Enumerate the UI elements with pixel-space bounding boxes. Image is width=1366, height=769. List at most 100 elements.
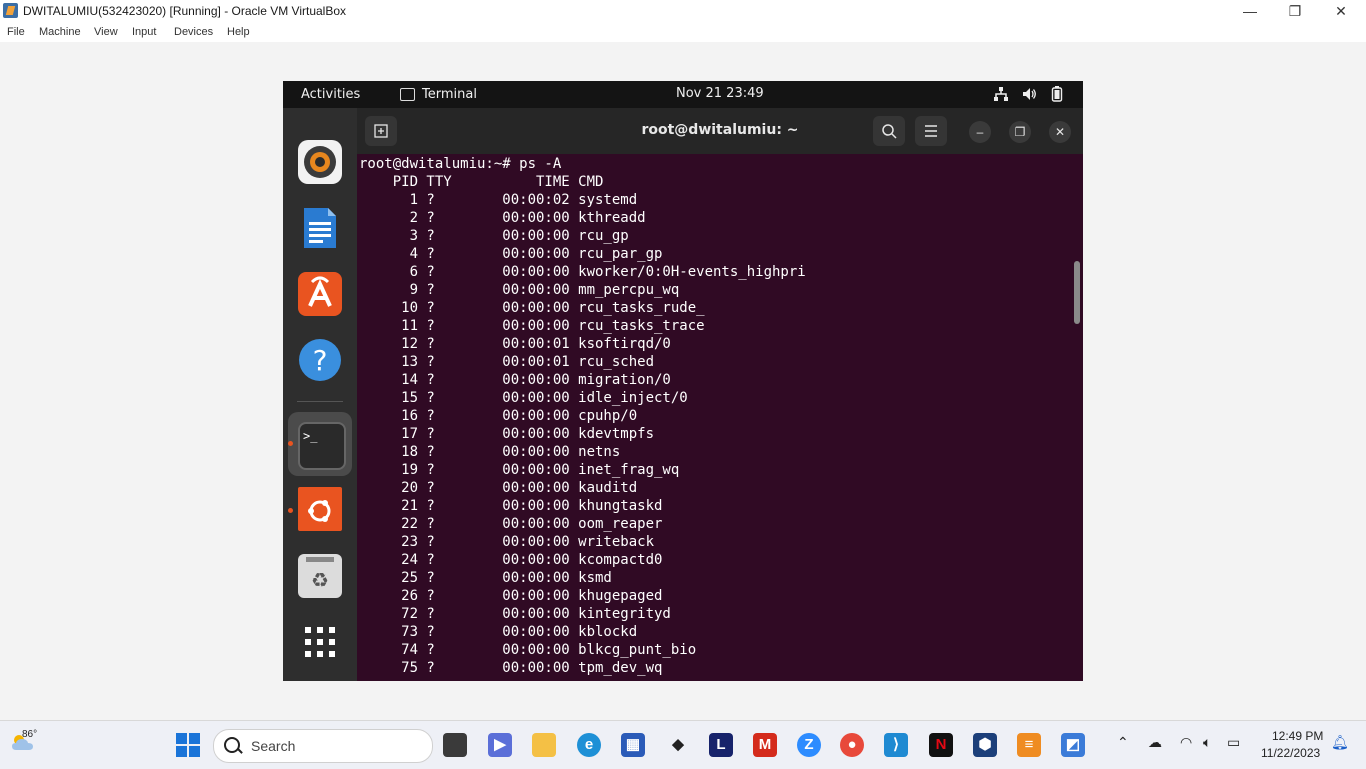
host-titlebar: DWITALUMIU(532423020) [Running] - Oracle… — [0, 0, 1366, 22]
windows-taskbar: 86° Search ▶ e ▦ ◆ L M Z ● ⟩ N ⬢ ≡ ◩ ⌃ ☁… — [0, 720, 1366, 769]
app-grid-icon[interactable] — [298, 620, 342, 664]
ubuntu-icon[interactable] — [298, 487, 342, 531]
running-indicator — [288, 441, 293, 446]
host-menubar: File Machine View Input Devices Help — [0, 22, 1366, 42]
activities-button[interactable]: Activities — [301, 87, 360, 102]
mcafee-icon[interactable]: M — [753, 733, 777, 757]
trash-icon[interactable]: ♻ — [298, 554, 342, 598]
minimize-button[interactable]: — — [1227, 0, 1273, 22]
close-button[interactable]: ✕ — [1318, 0, 1364, 22]
help-icon[interactable]: ? — [298, 338, 342, 382]
libreoffice-writer-icon[interactable] — [298, 206, 342, 250]
search-button[interactable] — [873, 116, 905, 146]
terminal-output-line: 16 ? 00:00:00 cpuhp/0 — [359, 408, 638, 424]
taskbar-time[interactable]: 12:49 PM — [1272, 729, 1323, 743]
menu-view[interactable]: View — [94, 26, 118, 38]
close-icon[interactable]: ✕ — [1049, 121, 1071, 143]
wifi-icon[interactable]: ◠ — [1180, 734, 1192, 751]
terminal-output-line: 73 ? 00:00:00 kblockd — [359, 624, 638, 640]
restore-button[interactable]: ❐ — [1272, 0, 1318, 22]
terminal-output-line: 75 ? 00:00:00 tpm_dev_wq — [359, 660, 663, 676]
svg-text:♻: ♻ — [311, 568, 329, 592]
dock-separator — [297, 401, 343, 402]
terminal-output-line: 20 ? 00:00:00 kauditd — [359, 480, 638, 496]
scrollbar-thumb[interactable] — [1074, 261, 1080, 324]
zoom-icon[interactable]: Z — [797, 733, 821, 757]
battery-tray-icon[interactable]: ▭ — [1227, 734, 1240, 751]
terminal-command-line: root@dwitalumiu:~# ps -A — [359, 156, 562, 172]
clock[interactable]: Nov 21 23:49 — [676, 86, 764, 101]
terminal-output-line: 15 ? 00:00:00 idle_inject/0 — [359, 390, 688, 406]
terminal-output-line: 13 ? 00:00:01 rcu_sched — [359, 354, 655, 370]
taskbar-date[interactable]: 11/22/2023 — [1261, 746, 1320, 760]
window-title: DWITALUMIU(532423020) [Running] - Oracle… — [23, 4, 347, 18]
search-icon — [224, 737, 240, 753]
search-placeholder: Search — [251, 738, 296, 754]
menu-machine[interactable]: Machine — [39, 26, 81, 38]
weather-temperature: 86° — [22, 729, 38, 740]
search-box[interactable]: Search — [213, 729, 433, 763]
terminal-icon[interactable]: >_ — [298, 422, 346, 470]
terminal-output-line: 72 ? 00:00:00 kintegrityd — [359, 606, 671, 622]
terminal-window[interactable]: root@dwitalumiu: ~ – ❐ ✕ root@dwitalumiu… — [357, 108, 1083, 681]
terminal-output-line: 14 ? 00:00:00 migration/0 — [359, 372, 671, 388]
terminal-output-line: 74 ? 00:00:00 blkcg_punt_bio — [359, 642, 697, 658]
store-icon[interactable]: ▦ — [621, 733, 645, 757]
terminal-output-line: 22 ? 00:00:00 oom_reaper — [359, 516, 663, 532]
teams-icon[interactable]: ▶ — [488, 733, 512, 757]
start-button[interactable] — [176, 733, 200, 757]
onedrive-icon[interactable]: ☁ — [1148, 734, 1162, 751]
terminal-output-line: 4 ? 00:00:00 rcu_par_gp — [359, 246, 663, 262]
focused-app-label[interactable]: Terminal — [422, 87, 477, 102]
terminal-output-line: 2 ? 00:00:00 kthreadd — [359, 210, 646, 226]
restore-icon[interactable]: ❐ — [1009, 121, 1031, 143]
terminal-output-line: 26 ? 00:00:00 khugepaged — [359, 588, 663, 604]
terminal-output-line: 10 ? 00:00:00 rcu_tasks_rude_ — [359, 300, 705, 316]
terminal-output-line: 19 ? 00:00:00 inet_frag_wq — [359, 462, 680, 478]
svg-text:?: ? — [313, 344, 328, 377]
terminal-output[interactable]: root@dwitalumiu:~# ps -A PID TTY TIME CM… — [359, 155, 1059, 681]
terminal-output-line: 24 ? 00:00:00 kcompactd0 — [359, 552, 663, 568]
hamburger-menu-button[interactable] — [915, 116, 947, 146]
app-l-icon[interactable]: L — [709, 733, 733, 757]
terminal-output-line: 18 ? 00:00:00 netns — [359, 444, 621, 460]
terminal-output-line: PID TTY TIME CMD — [359, 174, 604, 190]
vm-screen[interactable]: Activities Terminal Nov 21 23:49 ? >_ ♻ … — [283, 81, 1083, 681]
virtualbox-icon — [3, 3, 18, 18]
dropbox-icon[interactable]: ◆ — [666, 733, 690, 757]
battery-icon[interactable] — [1051, 86, 1063, 106]
terminal-output-line: 17 ? 00:00:00 kdevtmpfs — [359, 426, 655, 442]
terminal-output-line: 11 ? 00:00:00 rcu_tasks_trace — [359, 318, 705, 334]
terminal-icon — [400, 88, 415, 101]
ubuntu-dock: ? >_ ♻ — [283, 108, 357, 681]
terminal-output-line: 12 ? 00:00:01 ksoftirqd/0 — [359, 336, 671, 352]
vscode-icon[interactable]: ⟩ — [884, 733, 908, 757]
network-icon[interactable] — [993, 86, 1009, 106]
terminal-output-line: 3 ? 00:00:00 rcu_gp — [359, 228, 629, 244]
speaker-icon[interactable]: 🔈︎ — [1203, 734, 1211, 751]
rhythmbox-icon[interactable] — [298, 140, 342, 184]
volume-icon[interactable] — [1021, 86, 1037, 106]
menu-devices[interactable]: Devices — [174, 26, 213, 38]
terminal-output-line: 23 ? 00:00:00 writeback — [359, 534, 655, 550]
file-explorer-icon[interactable] — [532, 733, 556, 757]
app-image-icon[interactable]: ◩ — [1061, 733, 1085, 757]
menu-input[interactable]: Input — [132, 26, 156, 38]
terminal-output-line: 21 ? 00:00:00 khungtaskd — [359, 498, 663, 514]
app-center-icon[interactable] — [298, 272, 342, 316]
chrome-icon[interactable]: ● — [840, 733, 864, 757]
terminal-output-line: 25 ? 00:00:00 ksmd — [359, 570, 612, 586]
svg-text:>_: >_ — [303, 429, 318, 443]
minimize-icon[interactable]: – — [969, 121, 991, 143]
menu-file[interactable]: File — [7, 26, 25, 38]
netflix-icon[interactable]: N — [929, 733, 953, 757]
terminal-output-line: 6 ? 00:00:00 kworker/0:0H-events_highpri — [359, 264, 806, 280]
running-indicator — [288, 508, 293, 513]
virtualbox-taskbar-icon[interactable]: ⬢ — [973, 733, 997, 757]
chevron-up-icon[interactable]: ⌃ — [1117, 734, 1129, 751]
edge-icon[interactable]: e — [577, 733, 601, 757]
notification-bell-icon[interactable]: 🔔︎ — [1331, 734, 1349, 751]
task-view-icon[interactable] — [443, 733, 467, 757]
menu-help[interactable]: Help — [227, 26, 250, 38]
sublime-icon[interactable]: ≡ — [1017, 733, 1041, 757]
